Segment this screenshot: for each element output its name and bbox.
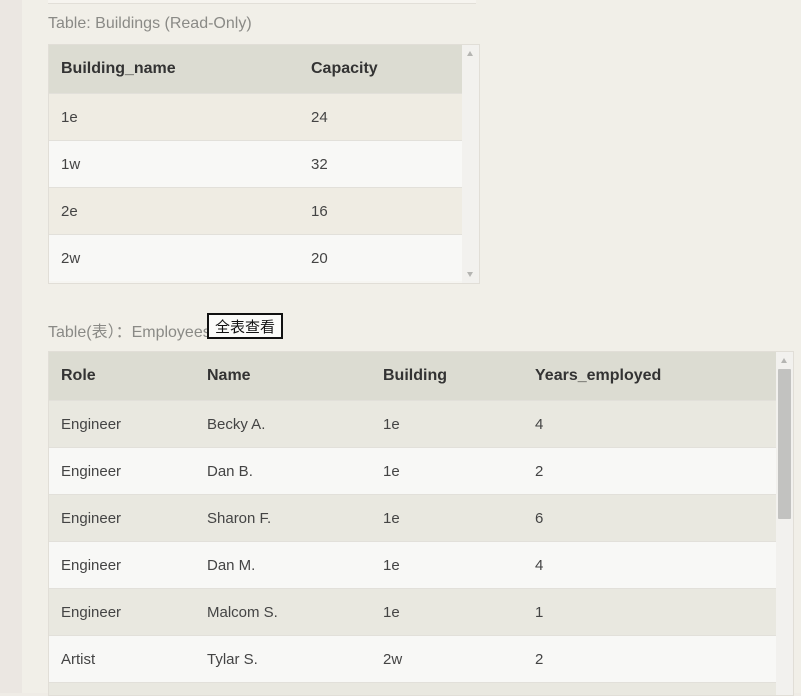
table-cell: Dan B. — [195, 448, 371, 495]
table-cell: 24 — [299, 94, 463, 141]
table-row: 1w 32 — [49, 141, 463, 188]
left-gutter — [0, 0, 22, 693]
table-cell: Engineer — [49, 542, 195, 589]
scrollbar-thumb[interactable] — [778, 369, 791, 519]
table-cell: Engineer — [49, 495, 195, 542]
table-cell: 2w — [49, 235, 299, 282]
table-cell: Malcom S. — [195, 589, 371, 636]
table-row: Engineer Sharon F. 1e 6 — [49, 495, 776, 542]
table-cell: 1e — [49, 94, 299, 141]
scroll-up-arrow-icon[interactable] — [781, 358, 787, 363]
table-cell: Becky A. — [195, 401, 371, 448]
table-row: Artist Tylar S. 2w 2 — [49, 636, 776, 683]
buildings-table-panel[interactable]: Building_name Capacity 1e 24 1w 32 2e 16… — [48, 44, 480, 284]
employees-table-caption: Table(表）：Employees — [48, 318, 211, 342]
column-header-role: Role — [49, 352, 195, 401]
table-cell — [195, 683, 371, 696]
table-cell: 2w — [371, 636, 523, 683]
table-row-partial — [49, 683, 776, 696]
buildings-table: Building_name Capacity 1e 24 1w 32 2e 16… — [49, 45, 463, 281]
table-cell: Engineer — [49, 589, 195, 636]
table-cell: Dan M. — [195, 542, 371, 589]
table-cell: 1 — [523, 589, 776, 636]
table-cell: 32 — [299, 141, 463, 188]
employees-table-panel[interactable]: Role Name Building Years_employed Engine… — [48, 351, 794, 696]
table-cell: Artist — [49, 636, 195, 683]
table-cell: 1e — [371, 401, 523, 448]
employees-table: Role Name Building Years_employed Engine… — [49, 352, 776, 696]
table-cell: 6 — [523, 495, 776, 542]
table-cell — [523, 683, 776, 696]
table-cell: 2 — [523, 636, 776, 683]
scroll-up-arrow-icon[interactable] — [467, 51, 473, 56]
table-cell: 1e — [371, 589, 523, 636]
scroll-down-arrow-icon[interactable] — [467, 272, 473, 277]
table-row: 2w 20 — [49, 235, 463, 282]
table-cell: 1e — [371, 495, 523, 542]
table-row: 2e 16 — [49, 188, 463, 235]
table-row: Engineer Becky A. 1e 4 — [49, 401, 776, 448]
view-full-table-button[interactable]: 全表查看 — [207, 313, 283, 339]
table-row: Engineer Malcom S. 1e 1 — [49, 589, 776, 636]
table-row: Engineer Dan B. 1e 2 — [49, 448, 776, 495]
column-header-capacity: Capacity — [299, 45, 463, 94]
table-cell: 1w — [49, 141, 299, 188]
vertical-scrollbar[interactable] — [462, 45, 479, 283]
vertical-scrollbar[interactable] — [776, 352, 793, 695]
column-header-building: Building — [371, 352, 523, 401]
table-cell: Engineer — [49, 401, 195, 448]
table-header-row: Building_name Capacity — [49, 45, 463, 94]
table-cell: Engineer — [49, 448, 195, 495]
table-header-row: Role Name Building Years_employed — [49, 352, 776, 401]
column-header-name: Name — [195, 352, 371, 401]
buildings-table-caption: Table: Buildings (Read-Only) — [48, 15, 252, 33]
table-row: 1e 24 — [49, 94, 463, 141]
table-cell: 1e — [371, 448, 523, 495]
table-cell: 1e — [371, 542, 523, 589]
previous-panel-edge — [48, 0, 476, 4]
column-header-years-employed: Years_employed — [523, 352, 776, 401]
table-cell: 20 — [299, 235, 463, 282]
table-cell — [371, 683, 523, 696]
table-cell: 16 — [299, 188, 463, 235]
table-cell: Sharon F. — [195, 495, 371, 542]
table-cell: 4 — [523, 542, 776, 589]
table-cell: 2e — [49, 188, 299, 235]
table-cell — [49, 683, 195, 696]
table-cell: 4 — [523, 401, 776, 448]
table-cell: Tylar S. — [195, 636, 371, 683]
table-row: Engineer Dan M. 1e 4 — [49, 542, 776, 589]
table-cell: 2 — [523, 448, 776, 495]
column-header-building-name: Building_name — [49, 45, 299, 94]
